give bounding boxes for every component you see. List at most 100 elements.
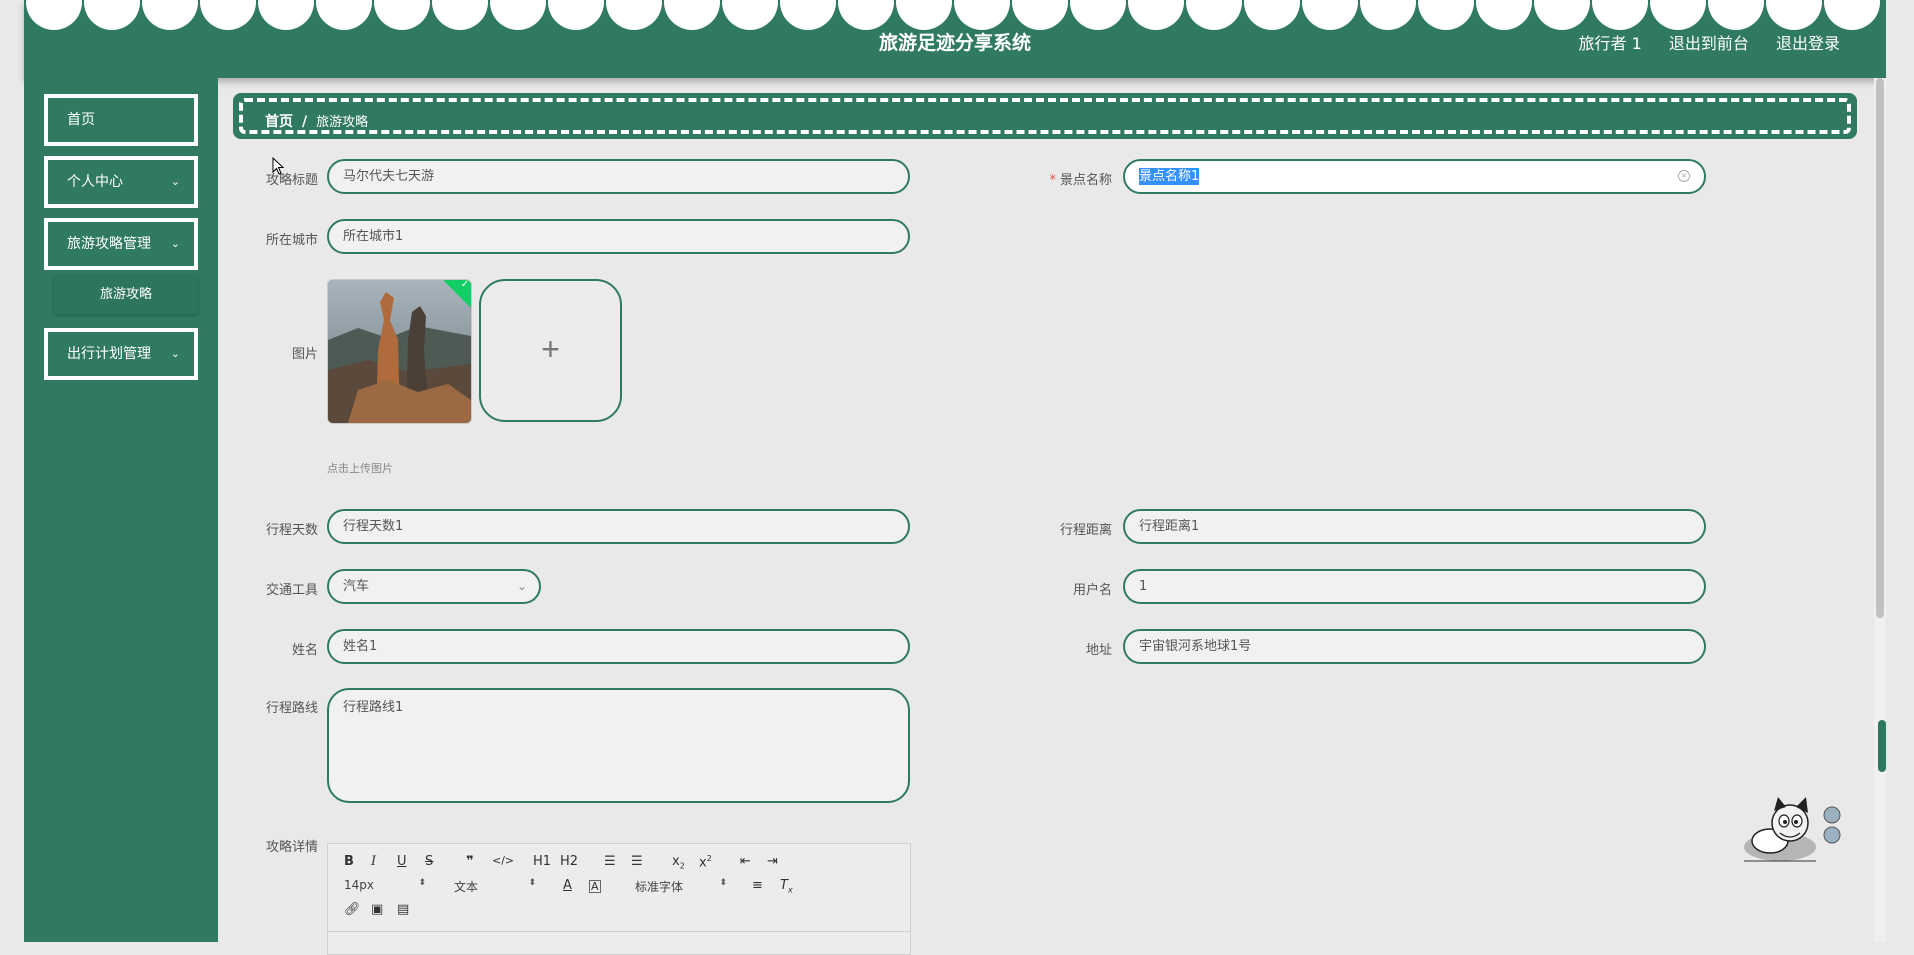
- spot-name-input[interactable]: 景点名称1 ×: [1123, 159, 1706, 194]
- breadcrumb-separator: /: [302, 114, 308, 130]
- vertical-scrollbar[interactable]: [1874, 78, 1886, 942]
- sidebar-item-label: 首页: [67, 112, 95, 128]
- editor-toolbar-row-2: 14px ⬍ 文本 ⬍ A A 标准字体 ⬍ ≡ Tx: [328, 878, 910, 900]
- chevron-down-icon: ⌄: [170, 347, 180, 360]
- days-label: 行程天数: [265, 523, 318, 538]
- right-edge: [1886, 0, 1914, 942]
- font-family-select[interactable]: 标准字体 ⬍: [635, 878, 727, 895]
- name-label: 姓名: [291, 643, 318, 658]
- sidebar-subitem-travel-guide[interactable]: 旅游攻略: [54, 276, 198, 314]
- scroll-position-indicator: [1878, 720, 1886, 772]
- chevron-down-icon: ⌄: [516, 579, 527, 593]
- cat-mascot-icon[interactable]: [1740, 795, 1850, 865]
- distance-input[interactable]: 行程距离1: [1123, 509, 1706, 544]
- sidebar-item-guide-management[interactable]: 旅游攻略管理 ⌄: [44, 218, 198, 270]
- header-scallop-decoration: [26, 0, 1880, 30]
- uploaded-image-thumbnail[interactable]: ✓: [327, 279, 472, 424]
- background-color-icon[interactable]: A: [589, 880, 601, 893]
- city-input[interactable]: 所在城市1: [327, 219, 910, 254]
- scrollbar-thumb[interactable]: [1876, 78, 1884, 618]
- chevron-down-icon: ⌄: [170, 175, 180, 188]
- route-label: 行程路线: [265, 701, 318, 716]
- logout-link[interactable]: 退出登录: [1776, 34, 1840, 53]
- underline-icon[interactable]: U: [397, 854, 407, 869]
- details-label: 攻略详情: [265, 840, 318, 855]
- plus-icon: +: [541, 331, 560, 367]
- username-label: 用户名: [1072, 583, 1112, 598]
- breadcrumb-dashed-border: 首页 / 旅游攻略: [239, 98, 1851, 134]
- heading-1-icon[interactable]: H1: [533, 854, 551, 869]
- title-label: 攻略标题: [265, 173, 318, 188]
- select-arrows-icon: ⬍: [528, 878, 536, 888]
- align-icon[interactable]: ≡: [752, 878, 763, 893]
- back-to-front-link[interactable]: 退出到前台: [1669, 34, 1749, 53]
- sidebar-item-label: 旅游攻略管理: [67, 236, 151, 252]
- city-label: 所在城市: [265, 233, 318, 248]
- bullet-list-icon[interactable]: ☰: [631, 854, 643, 869]
- select-arrows-icon: ⬍: [418, 878, 426, 888]
- breadcrumb-path: 首页 / 旅游攻略: [265, 111, 368, 131]
- breadcrumb-current: 旅游攻略: [316, 115, 369, 130]
- sidebar-item-trip-plan-management[interactable]: 出行计划管理 ⌄: [44, 328, 198, 380]
- editor-toolbar-row-1: B I U S ❞ </> H1 H2 ☰ ☰ x2 x2 ⇤ ⇥: [328, 854, 910, 876]
- current-user: 旅行者 1: [1578, 34, 1642, 53]
- spot-name-selected-text: 景点名称1: [1139, 168, 1200, 185]
- route-textarea[interactable]: 行程路线1: [327, 688, 910, 803]
- heading-2-icon[interactable]: H2: [560, 854, 578, 869]
- indent-icon[interactable]: ⇥: [767, 854, 778, 869]
- code-icon[interactable]: </>: [492, 854, 514, 867]
- text-type-value: 文本: [454, 880, 479, 894]
- clear-format-icon[interactable]: Tx: [780, 878, 793, 895]
- header-user-links: 旅行者 1 退出到前台 退出登录: [1557, 30, 1841, 54]
- font-size-select[interactable]: 14px ⬍: [344, 878, 426, 892]
- sidebar-item-personal-center[interactable]: 个人中心 ⌄: [44, 156, 198, 208]
- username-input[interactable]: 1: [1123, 569, 1706, 604]
- name-input[interactable]: 姓名1: [327, 629, 910, 664]
- transport-label: 交通工具: [265, 583, 318, 598]
- address-label: 地址: [1085, 643, 1112, 658]
- sidebar: 首页 个人中心 ⌄ 旅游攻略管理 ⌄ 旅游攻略 出行计划管理 ⌄: [24, 78, 218, 942]
- image-icon[interactable]: ▣: [371, 902, 383, 917]
- sidebar-item-home[interactable]: 首页: [44, 94, 198, 146]
- ordered-list-icon[interactable]: ☰: [604, 854, 616, 869]
- breadcrumb-home-link[interactable]: 首页: [265, 114, 293, 130]
- editor-divider: [328, 931, 910, 932]
- check-icon: ✓: [460, 279, 470, 290]
- days-input[interactable]: 行程天数1: [327, 509, 910, 544]
- breadcrumb: 首页 / 旅游攻略: [233, 93, 1857, 139]
- font-family-value: 标准字体: [635, 880, 684, 894]
- outdent-icon[interactable]: ⇤: [740, 854, 751, 869]
- strikethrough-icon[interactable]: S: [425, 854, 433, 869]
- distance-label: 行程距离: [1059, 523, 1112, 538]
- sidebar-item-label: 个人中心: [67, 174, 123, 190]
- spot-name-label: * 景点名称: [1012, 169, 1112, 188]
- transport-select[interactable]: 汽车 ⌄: [327, 569, 541, 604]
- clear-icon[interactable]: ×: [1678, 170, 1690, 182]
- editor-toolbar-row-3: 🔗︎ ▣ ▤: [328, 902, 910, 924]
- font-size-value: 14px: [344, 878, 374, 892]
- address-input[interactable]: 宇宙银河系地球1号: [1123, 629, 1706, 664]
- text-type-select[interactable]: 文本 ⬍: [454, 878, 536, 895]
- top-header: 旅游足迹分享系统 旅行者 1 退出到前台 退出登录: [24, 0, 1886, 78]
- title-input[interactable]: 马尔代夫七天游: [327, 159, 910, 194]
- sidebar-item-label: 出行计划管理: [67, 346, 151, 362]
- bold-icon[interactable]: B: [344, 854, 354, 869]
- italic-icon[interactable]: I: [371, 854, 376, 869]
- rich-text-editor: B I U S ❞ </> H1 H2 ☰ ☰ x2 x2 ⇤ ⇥ 14px ⬍ …: [327, 843, 911, 955]
- transport-selected-value: 汽车: [343, 579, 370, 594]
- mouse-cursor-icon: [272, 157, 285, 175]
- font-color-icon[interactable]: A: [563, 878, 572, 893]
- spot-name-label-text: 景点名称: [1059, 173, 1112, 188]
- image-label: 图片: [291, 347, 318, 362]
- rock-landscape-image: [328, 280, 471, 423]
- subscript-icon[interactable]: x2: [672, 854, 685, 871]
- blockquote-icon[interactable]: ❞: [466, 854, 474, 869]
- superscript-icon[interactable]: x2: [699, 854, 712, 870]
- required-asterisk: *: [1049, 173, 1056, 188]
- link-icon[interactable]: 🔗︎: [344, 902, 361, 917]
- upload-image-button[interactable]: +: [479, 279, 622, 422]
- chevron-down-icon: ⌄: [170, 237, 180, 250]
- upload-hint: 点击上传图片: [327, 462, 393, 475]
- select-arrows-icon: ⬍: [719, 878, 727, 888]
- video-icon[interactable]: ▤: [397, 902, 409, 917]
